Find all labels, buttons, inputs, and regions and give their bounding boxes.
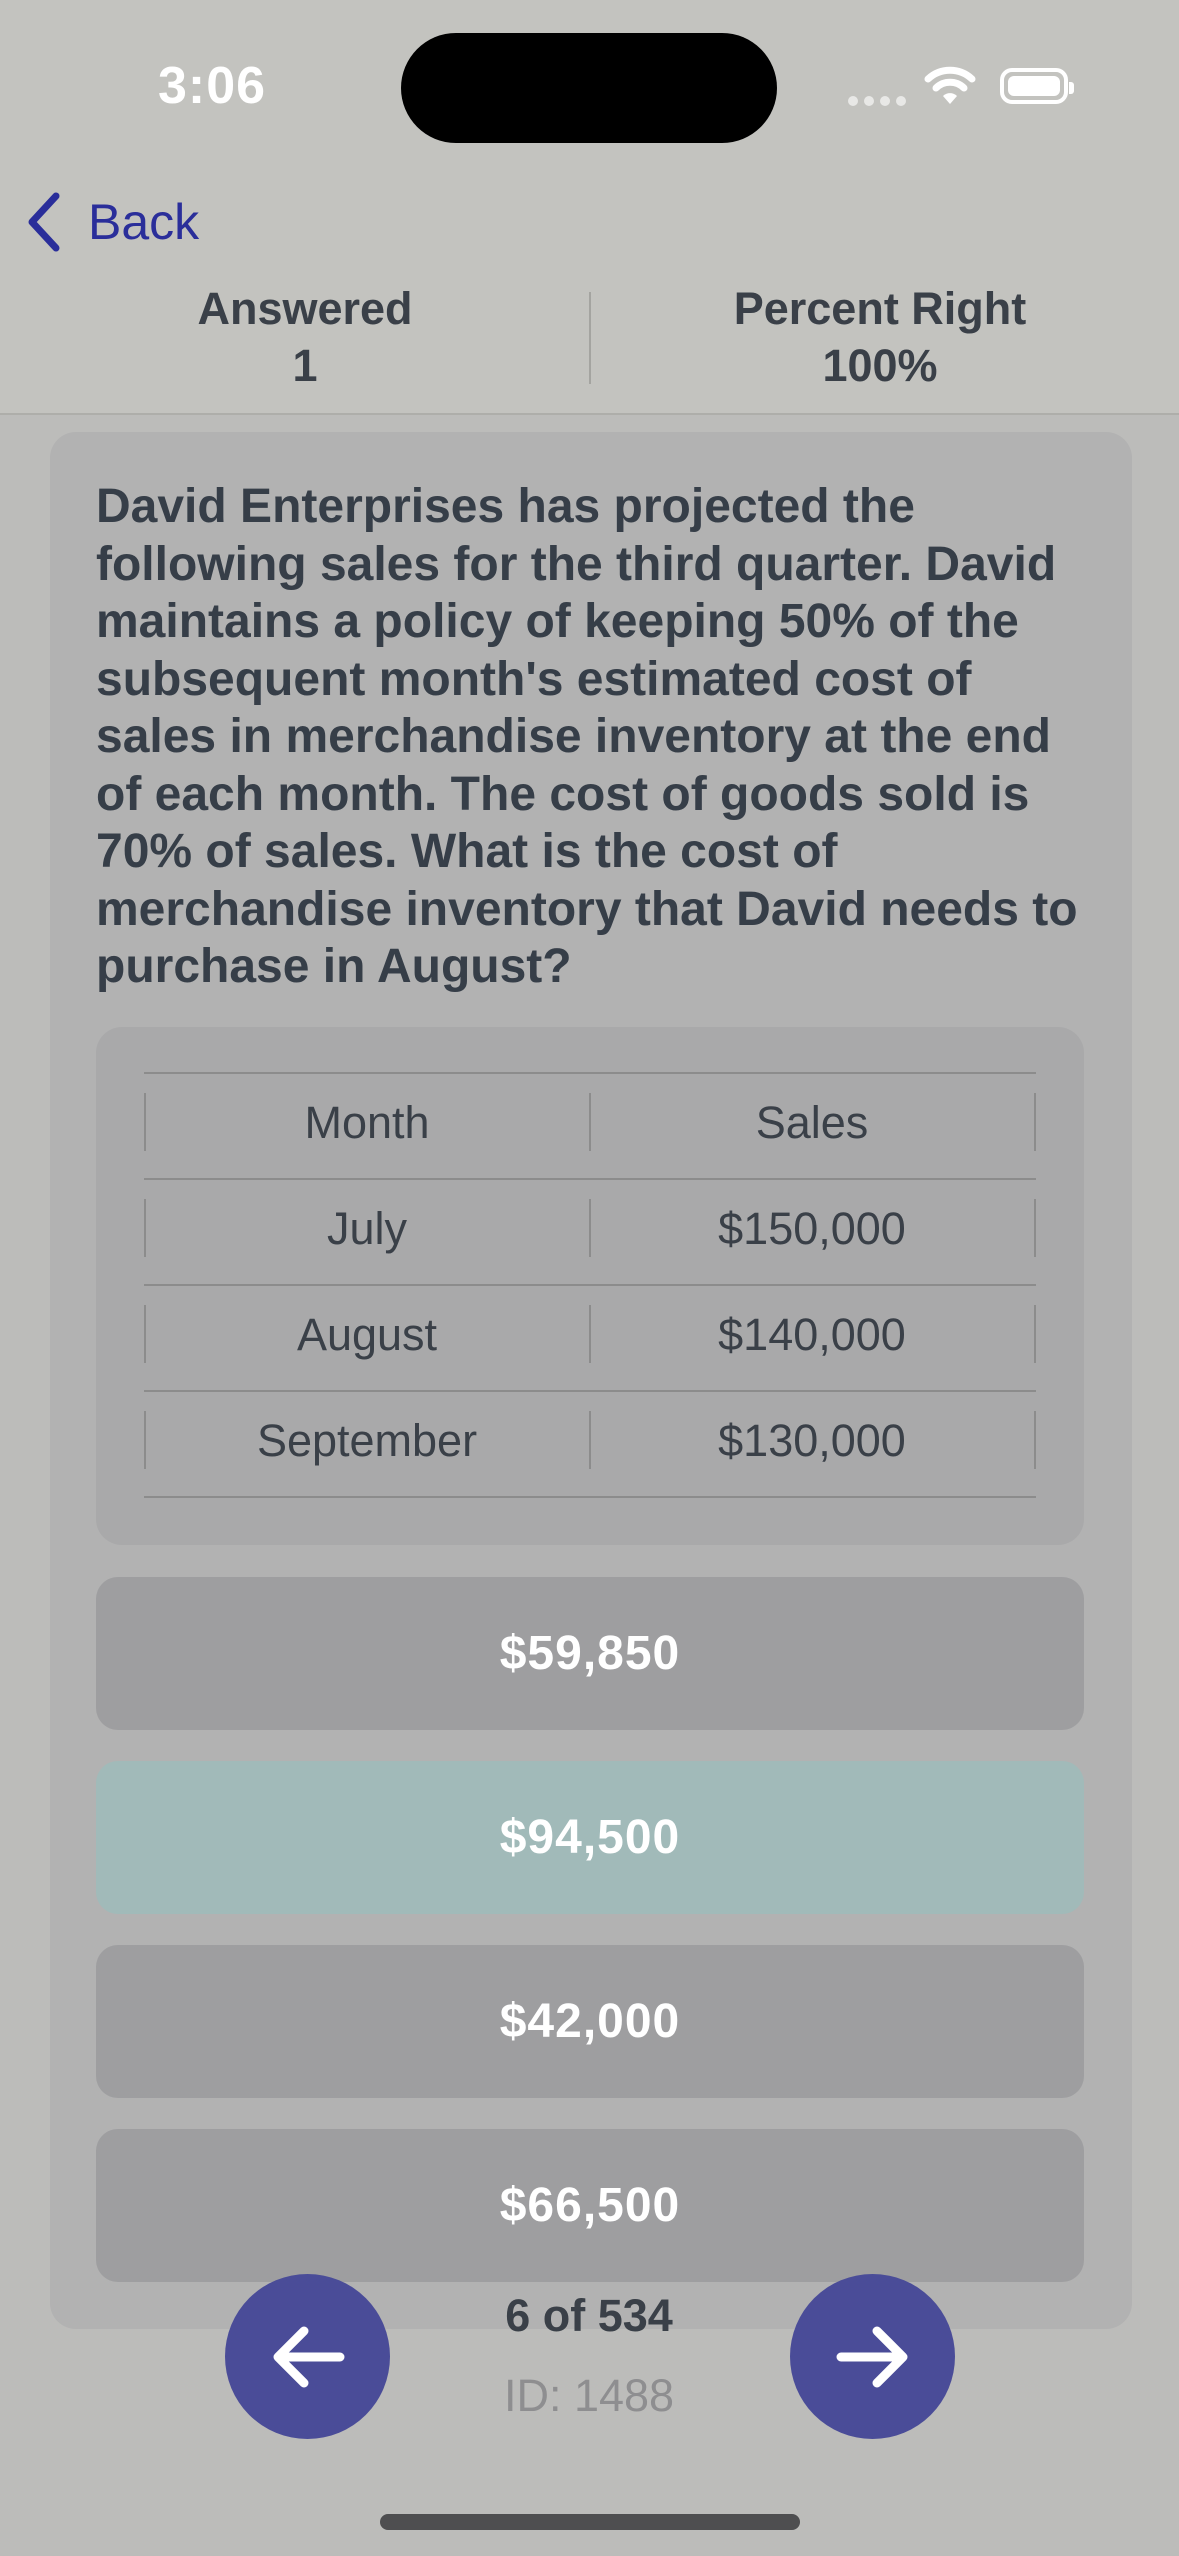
answered-stat: Answered 1	[0, 280, 610, 394]
answered-value: 1	[292, 340, 318, 391]
table-border-bottom	[144, 1496, 1036, 1498]
table-cell-month: September	[256, 1415, 478, 1466]
back-button[interactable]: Back	[24, 192, 199, 252]
stats-bar: Answered 1 Percent Right 100%	[0, 280, 1179, 391]
answered-label: Answered	[197, 283, 413, 334]
table-header-month: Month	[304, 1097, 430, 1148]
table-col-border	[1034, 1093, 1036, 1151]
arrow-left-icon	[273, 2326, 344, 2387]
table-border-top	[144, 1072, 1036, 1074]
percent-right-stat: Percent Right 100%	[580, 280, 1179, 394]
wifi-icon	[924, 66, 976, 104]
next-question-button[interactable]	[790, 2274, 955, 2439]
home-indicator	[380, 2514, 800, 2530]
header-divider	[0, 413, 1179, 415]
answer-option-2-selected[interactable]: $94,500	[96, 1761, 1084, 1914]
table-cell-month: July	[326, 1203, 408, 1254]
table-cell-sales: $140,000	[718, 1309, 906, 1360]
percent-right-label: Percent Right	[733, 283, 1027, 334]
previous-question-button[interactable]	[225, 2274, 390, 2439]
table-cell-sales: $130,000	[718, 1415, 906, 1466]
table-row-divider	[144, 1284, 1036, 1286]
table-col-border	[1034, 1411, 1036, 1469]
arrow-right-icon	[836, 2326, 907, 2387]
question-text: David Enterprises has projected the foll…	[96, 480, 1078, 993]
status-time: 3:06	[158, 57, 267, 115]
answer-option-3[interactable]: $42,000	[96, 1945, 1084, 2098]
battery-icon	[1000, 68, 1074, 104]
cellular-signal-icon	[848, 96, 906, 106]
dynamic-island	[401, 33, 777, 143]
percent-right-value: 100%	[822, 340, 938, 391]
table-row-divider	[144, 1390, 1036, 1392]
answer-option-4[interactable]: $66,500	[96, 2129, 1084, 2282]
table-cell-month: August	[296, 1309, 438, 1360]
table-col-border	[1034, 1305, 1036, 1363]
answer-option-1[interactable]: $59,850	[96, 1577, 1084, 1730]
question-counter: 6 of 534	[505, 2290, 673, 2341]
table-row-divider	[144, 1178, 1036, 1180]
table-cell-sales: $150,000	[718, 1203, 906, 1254]
back-label: Back	[88, 194, 200, 250]
table-col-border	[1034, 1199, 1036, 1257]
table-header-sales: Sales	[755, 1097, 869, 1148]
question-id: ID: 1488	[503, 2370, 675, 2421]
chevron-left-icon	[28, 192, 60, 252]
